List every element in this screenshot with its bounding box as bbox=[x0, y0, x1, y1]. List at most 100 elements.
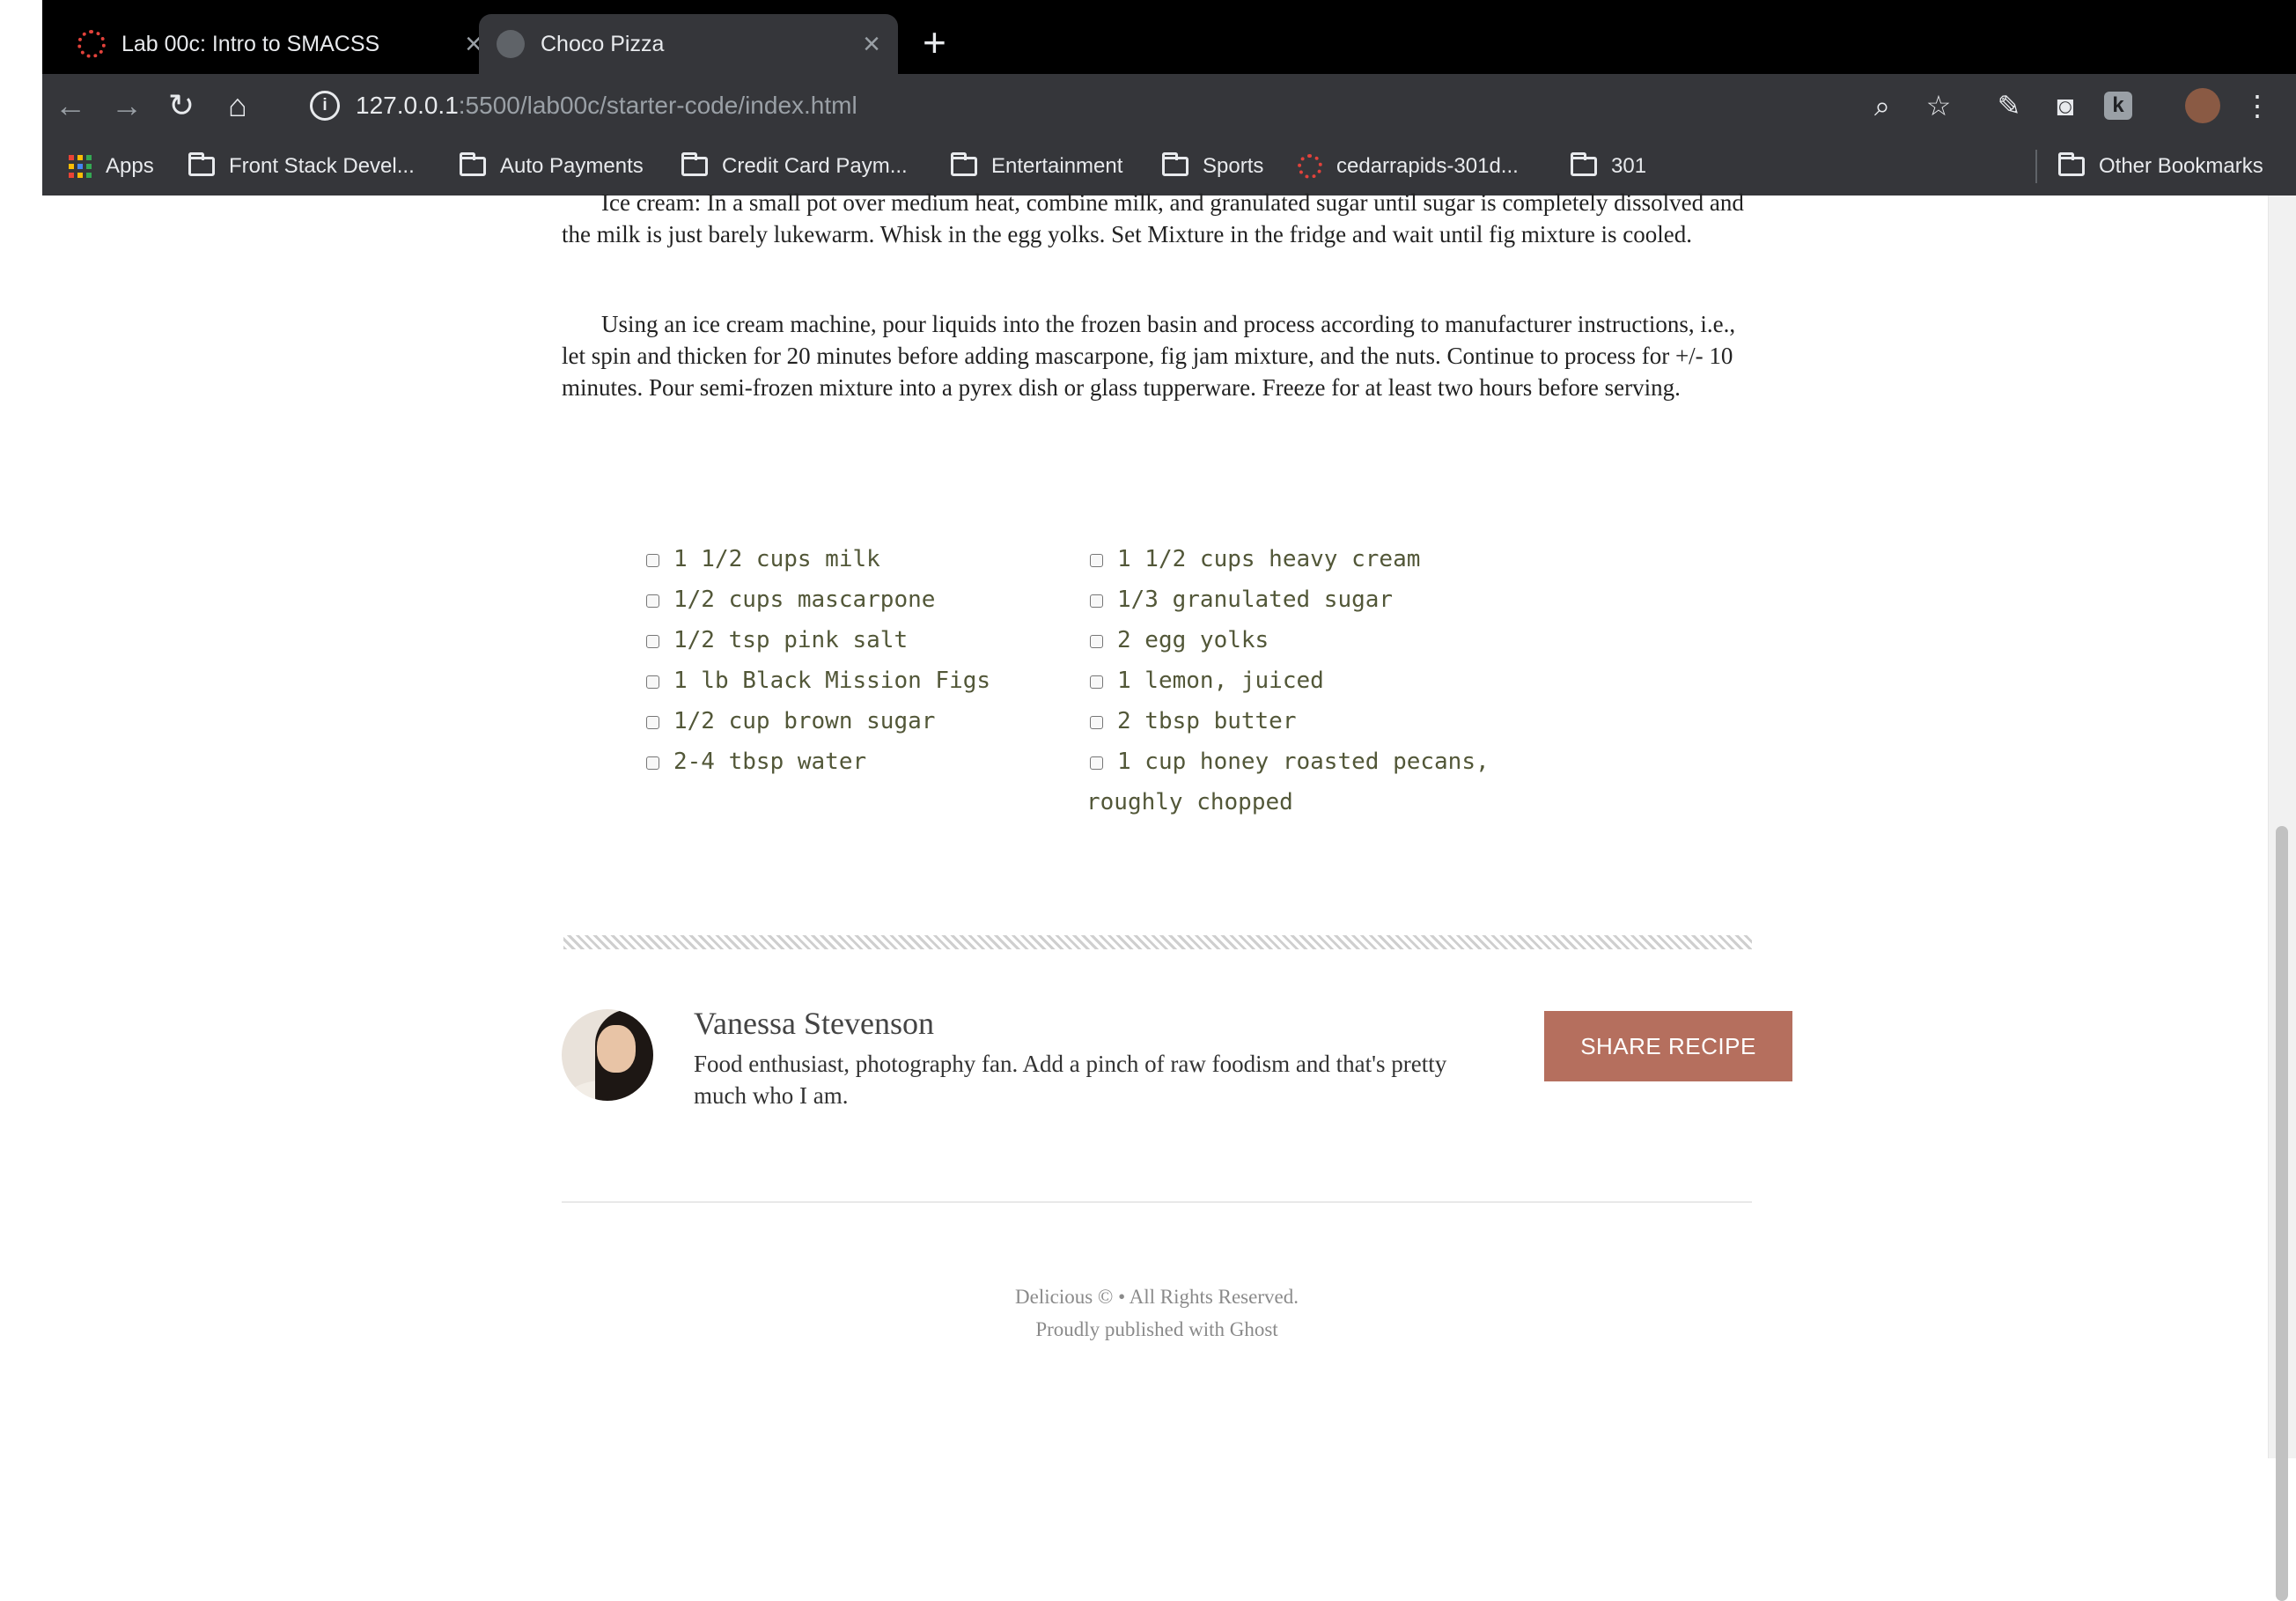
bookmark-label: Entertainment bbox=[991, 154, 1123, 178]
ingredients-list-left: 1 1/2 cups milk 1/2 cups mascarpone 1/2 … bbox=[643, 539, 1048, 782]
ingredient-label: 1/2 tsp pink salt bbox=[673, 627, 909, 653]
bookmark-label: Apps bbox=[106, 154, 154, 178]
ingredient-checkbox[interactable] bbox=[1090, 716, 1103, 729]
ingredient-label: 1 cup honey roasted pecans, roughly chop… bbox=[1086, 749, 1490, 815]
author-bio: Food enthusiast, photography fan. Add a … bbox=[694, 1051, 1447, 1109]
browser-chrome: Lab 00c: Intro to SMACSS × Choco Pizza ×… bbox=[42, 0, 2296, 196]
ingredient-label: 1 lemon, juiced bbox=[1117, 668, 1324, 694]
ingredient-item[interactable]: 1/2 tsp pink salt bbox=[643, 620, 1048, 660]
folder-icon bbox=[188, 152, 215, 176]
bookmark-other[interactable]: Other Bookmarks bbox=[2058, 150, 2263, 183]
ingredient-item[interactable]: 2 tbsp butter bbox=[1086, 701, 1491, 741]
ingredient-item[interactable]: 1 1/2 cups heavy cream bbox=[1086, 539, 1491, 579]
ingredient-item[interactable]: 1 lb Black Mission Figs bbox=[643, 660, 1048, 701]
ingredient-checkbox[interactable] bbox=[1090, 554, 1103, 567]
ingredient-item[interactable]: 1/2 cup brown sugar bbox=[643, 701, 1048, 741]
bookmark-cedarrapids[interactable]: cedarrapids-301d... bbox=[1298, 150, 1519, 183]
ingredient-label: 1 1/2 cups milk bbox=[673, 546, 880, 572]
bookmark-front-stack[interactable]: Front Stack Devel... bbox=[188, 150, 415, 183]
profile-avatar-icon[interactable] bbox=[2185, 88, 2220, 123]
tab-strip: Lab 00c: Intro to SMACSS × Choco Pizza ×… bbox=[42, 0, 2296, 74]
pen-extension-icon[interactable]: ✎ bbox=[1991, 88, 2027, 123]
ingredient-label: 2-4 tbsp water bbox=[673, 749, 867, 775]
apps-grid-icon bbox=[69, 155, 92, 178]
footer-copyright: Delicious © • All Rights Reserved. bbox=[1015, 1286, 1299, 1308]
folder-icon bbox=[681, 152, 708, 176]
info-icon[interactable]: i bbox=[310, 91, 340, 121]
ingredient-checkbox[interactable] bbox=[1090, 594, 1103, 608]
tab-title: Lab 00c: Intro to SMACSS bbox=[121, 31, 380, 56]
extension-icon[interactable]: k bbox=[2104, 92, 2132, 120]
folder-icon bbox=[460, 152, 486, 176]
folder-icon bbox=[1162, 152, 1188, 176]
ingredient-checkbox[interactable] bbox=[646, 635, 659, 648]
menu-kebab-icon[interactable]: ⋮ bbox=[2240, 88, 2275, 123]
bookmark-entertainment[interactable]: Entertainment bbox=[951, 150, 1122, 183]
home-icon[interactable]: ⌂ bbox=[218, 86, 257, 125]
window-margin bbox=[0, 0, 42, 1458]
close-icon[interactable]: × bbox=[863, 27, 880, 62]
star-icon[interactable]: ☆ bbox=[1921, 88, 1956, 123]
camera-extension-icon[interactable]: ◙ bbox=[2048, 88, 2083, 123]
footer-divider bbox=[562, 1201, 1752, 1203]
canvas-icon bbox=[1298, 154, 1322, 179]
ingredient-checkbox[interactable] bbox=[646, 594, 659, 608]
scrollbar-thumb[interactable] bbox=[2276, 826, 2288, 1601]
tab-lab-00c[interactable]: Lab 00c: Intro to SMACSS × bbox=[60, 14, 500, 74]
ingredient-checkbox[interactable] bbox=[1090, 635, 1103, 648]
ingredient-label: 1/3 granulated sugar bbox=[1117, 587, 1394, 613]
hatched-divider bbox=[563, 935, 1752, 949]
ingredient-item[interactable]: 1 lemon, juiced bbox=[1086, 660, 1491, 701]
ingredient-label: 2 egg yolks bbox=[1117, 627, 1269, 653]
ingredient-item[interactable]: 1/2 cups mascarpone bbox=[643, 579, 1048, 620]
ingredient-checkbox[interactable] bbox=[1090, 675, 1103, 689]
url-path: :5500/lab00c/starter-code/index.html bbox=[458, 92, 857, 119]
instruction-paragraph: Ice cream: In a small pot over medium he… bbox=[562, 189, 1744, 247]
ingredient-checkbox[interactable] bbox=[646, 716, 659, 729]
ingredient-label: 1/2 cup brown sugar bbox=[673, 708, 936, 734]
footer-published: Proudly published with Ghost bbox=[1035, 1318, 1278, 1340]
ingredient-checkbox[interactable] bbox=[646, 756, 659, 770]
bookmark-label: Auto Payments bbox=[500, 154, 644, 178]
new-tab-plus-icon[interactable]: + bbox=[923, 19, 946, 65]
canvas-icon bbox=[77, 30, 106, 58]
ingredient-label: 1 lb Black Mission Figs bbox=[673, 668, 991, 694]
bookmark-301[interactable]: 301 bbox=[1571, 150, 1646, 183]
ingredient-checkbox[interactable] bbox=[1090, 756, 1103, 770]
zoom-icon[interactable]: ⌕ bbox=[1865, 88, 1900, 123]
ingredients-list-right: 1 1/2 cups heavy cream 1/3 granulated su… bbox=[1086, 539, 1491, 823]
ingredient-item[interactable]: 1 1/2 cups milk bbox=[643, 539, 1048, 579]
bookmark-auto-payments[interactable]: Auto Payments bbox=[460, 150, 644, 183]
url-host: 127.0.0.1 bbox=[356, 92, 459, 119]
bookmark-label: cedarrapids-301d... bbox=[1336, 154, 1519, 178]
globe-icon bbox=[497, 30, 525, 58]
reload-icon[interactable]: ↻ bbox=[162, 86, 201, 125]
bookmark-label: Credit Card Paym... bbox=[722, 154, 908, 178]
browser-toolbar: ← → ↻ ⌂ i 127.0.0.1:5500/lab00c/starter-… bbox=[42, 74, 2296, 137]
ingredient-checkbox[interactable] bbox=[646, 554, 659, 567]
author-card: Vanessa Stevenson Food enthusiast, photo… bbox=[562, 1004, 1792, 1109]
back-arrow-icon[interactable]: ← bbox=[51, 86, 90, 125]
ingredient-checkbox[interactable] bbox=[646, 675, 659, 689]
ingredient-item[interactable]: 1 cup honey roasted pecans, roughly chop… bbox=[1086, 741, 1491, 823]
ingredient-label: 1 1/2 cups heavy cream bbox=[1117, 546, 1421, 572]
ingredient-label: 1/2 cups mascarpone bbox=[673, 587, 936, 613]
ingredient-item[interactable]: 1/3 granulated sugar bbox=[1086, 579, 1491, 620]
page-scrollbar[interactable] bbox=[2268, 196, 2296, 1601]
ingredient-label: 2 tbsp butter bbox=[1117, 708, 1297, 734]
share-recipe-button[interactable]: SHARE RECIPE bbox=[1544, 1011, 1792, 1081]
folder-icon bbox=[2058, 152, 2085, 176]
bookmark-apps[interactable]: Apps bbox=[69, 150, 154, 183]
folder-icon bbox=[951, 152, 977, 176]
bookmark-label: Front Stack Devel... bbox=[229, 154, 415, 178]
ingredient-item[interactable]: 2 egg yolks bbox=[1086, 620, 1491, 660]
tab-choco-pizza[interactable]: Choco Pizza × bbox=[479, 14, 898, 74]
bookmark-credit-card[interactable]: Credit Card Paym... bbox=[681, 150, 908, 183]
bookmark-sports[interactable]: Sports bbox=[1162, 150, 1263, 183]
bookmark-label: Other Bookmarks bbox=[2099, 154, 2263, 178]
ingredient-item[interactable]: 2-4 tbsp water bbox=[643, 741, 1048, 782]
web-page: Ice cream: In a small pot over medium he… bbox=[42, 189, 2268, 1458]
site-footer: Delicious © • All Rights Reserved. Proud… bbox=[562, 1280, 1752, 1346]
forward-arrow-icon[interactable]: → bbox=[107, 86, 146, 125]
address-bar[interactable]: i 127.0.0.1:5500/lab00c/starter-code/ind… bbox=[296, 81, 1919, 130]
